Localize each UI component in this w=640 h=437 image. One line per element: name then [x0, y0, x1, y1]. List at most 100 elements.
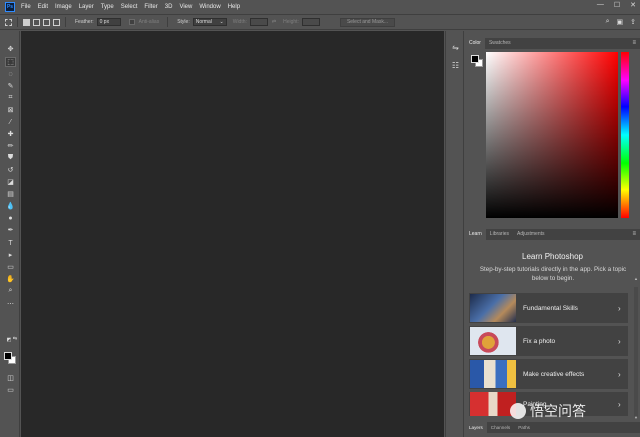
style-label: Style: — [177, 19, 190, 25]
minimize-button[interactable]: — — [597, 1, 604, 9]
maximize-button[interactable]: ☐ — [614, 1, 620, 9]
gradient-tool-icon[interactable]: ▤ — [5, 189, 16, 199]
eraser-tool-icon[interactable]: ◪ — [5, 177, 16, 187]
window-controls: — ☐ ✕ — [597, 1, 636, 9]
properties-panel-icon[interactable]: ☷ — [451, 61, 460, 70]
watermark-text: 悟空问答 — [530, 404, 586, 420]
intersect-selection-icon[interactable] — [53, 18, 60, 26]
color-picker-field[interactable] — [486, 52, 618, 218]
chevron-right-icon: › — [618, 303, 621, 313]
menu-select[interactable]: Select — [121, 4, 138, 10]
menu-file[interactable]: File — [21, 4, 31, 10]
history-panel-icon[interactable]: ⇋ — [451, 43, 460, 52]
menu-layer[interactable]: Layer — [79, 4, 94, 10]
document-canvas[interactable] — [21, 31, 444, 437]
menu-help[interactable]: Help — [228, 4, 240, 10]
select-and-mask-button[interactable]: Select and Mask... — [339, 17, 396, 27]
height-label: Height: — [283, 19, 299, 25]
tab-libraries[interactable]: Libraries — [486, 229, 513, 240]
learn-card-creative-effects[interactable]: Make creative effects › — [469, 359, 628, 389]
panel-menu-icon[interactable]: ≡ — [632, 231, 636, 237]
healing-tool-icon[interactable]: ✚ — [5, 129, 16, 139]
quick-select-tool-icon[interactable]: ✎ — [5, 81, 16, 91]
quick-mask-icon[interactable]: ◫ — [5, 373, 16, 383]
menu-window[interactable]: Window — [199, 4, 220, 10]
app-logo: Ps — [5, 1, 15, 12]
anti-alias-label: Anti-alias — [138, 19, 160, 25]
scroll-up-icon[interactable]: ▲ — [634, 276, 638, 281]
marquee-preset-icon[interactable] — [5, 18, 12, 26]
rectangle-tool-icon[interactable]: ▭ — [5, 262, 16, 272]
lasso-tool-icon[interactable]: ◌ — [5, 69, 16, 79]
eyedropper-tool-icon[interactable]: ⁄ — [5, 117, 16, 127]
share-icon[interactable]: ⇪ — [630, 18, 636, 26]
tab-learn[interactable]: Learn — [465, 229, 486, 240]
style-select[interactable]: Normal ⌄ — [192, 18, 227, 26]
add-selection-icon[interactable] — [33, 18, 40, 26]
tab-layers[interactable]: Layers — [465, 422, 487, 433]
tab-swatches[interactable]: Swatches — [485, 38, 515, 49]
history-brush-tool-icon[interactable]: ↺ — [5, 165, 16, 175]
chevron-right-icon: › — [618, 369, 621, 379]
path-select-tool-icon[interactable]: ▸ — [5, 250, 16, 260]
chevron-right-icon: › — [618, 399, 621, 409]
chevron-down-icon: ⌄ — [219, 19, 224, 25]
menu-edit[interactable]: Edit — [38, 4, 48, 10]
blur-tool-icon[interactable]: 💧 — [5, 201, 16, 211]
more-tools-icon[interactable]: ⋯ — [5, 299, 16, 309]
anti-alias-checkbox[interactable] — [128, 19, 135, 25]
menu-3d[interactable]: 3D — [165, 4, 173, 10]
tab-color[interactable]: Color — [465, 38, 485, 49]
thumbnail-image — [470, 327, 516, 355]
watermark: 悟空问答 — [510, 401, 586, 421]
tools-panel: ✥ ⬚ ◌ ✎ ⌗ ⊠ ⁄ ✚ ✏ ⛊ ↺ ◪ ▤ 💧 ● ✒ T ▸ ▭ ✋ … — [0, 31, 20, 437]
learn-subtitle: Step-by-step tutorials directly in the a… — [479, 266, 627, 282]
screen-mode-icon[interactable]: ▭ — [5, 385, 16, 395]
height-input[interactable] — [301, 18, 320, 26]
stamp-tool-icon[interactable]: ⛊ — [5, 153, 16, 163]
watermark-logo-icon — [510, 403, 526, 419]
card-label: Fix a photo — [523, 337, 556, 345]
type-tool-icon[interactable]: T — [5, 238, 16, 248]
marquee-tool-icon[interactable]: ⬚ — [5, 57, 16, 67]
style-value: Normal — [195, 19, 212, 25]
menu-filter[interactable]: Filter — [144, 4, 157, 10]
menu-type[interactable]: Type — [101, 4, 114, 10]
width-label: Width: — [232, 19, 247, 25]
foreground-color-swatch[interactable] — [4, 352, 12, 360]
dodge-tool-icon[interactable]: ● — [5, 213, 16, 223]
hue-slider[interactable] — [621, 52, 629, 218]
swap-colors-icon[interactable]: ⇆ — [12, 336, 18, 342]
color-panel: Color Swatches ≡ — [465, 38, 640, 225]
swap-icon[interactable]: ⇄ — [272, 19, 276, 25]
menu-view[interactable]: View — [179, 4, 192, 10]
search-icon[interactable]: ⌕ — [606, 18, 610, 26]
photoshop-window: Ps File Edit Image Layer Type Select Fil… — [0, 0, 640, 437]
learn-card-fundamental-skills[interactable]: Fundamental Skills › — [469, 293, 628, 323]
new-selection-icon[interactable] — [23, 18, 30, 26]
learn-card-fix-a-photo[interactable]: Fix a photo › — [469, 326, 628, 356]
scroll-down-icon[interactable]: ▼ — [634, 415, 638, 420]
close-button[interactable]: ✕ — [630, 1, 636, 9]
feather-input[interactable]: 0 px — [96, 18, 121, 26]
tab-channels[interactable]: Channels — [487, 422, 514, 433]
frame-tool-icon[interactable]: ⊠ — [5, 105, 16, 115]
color-foreground-swatch[interactable] — [471, 55, 479, 63]
pen-tool-icon[interactable]: ✒ — [5, 225, 16, 235]
crop-tool-icon[interactable]: ⌗ — [5, 93, 16, 103]
move-tool-icon[interactable]: ✥ — [5, 44, 16, 54]
menu-bar: Ps File Edit Image Layer Type Select Fil… — [0, 0, 640, 13]
subtract-selection-icon[interactable] — [43, 18, 50, 26]
tab-adjustments[interactable]: Adjustments — [513, 229, 549, 240]
hand-tool-icon[interactable]: ✋ — [5, 274, 16, 284]
brush-tool-icon[interactable]: ✏ — [5, 141, 16, 151]
thumbnail-image — [470, 360, 516, 388]
learn-scrollbar[interactable] — [634, 287, 638, 417]
workspace-icon[interactable]: ▣ — [617, 18, 624, 26]
tab-paths[interactable]: Paths — [514, 422, 534, 433]
width-input[interactable] — [249, 18, 268, 26]
panel-menu-icon[interactable]: ≡ — [632, 40, 636, 46]
zoom-tool-icon[interactable]: ⌕ — [5, 286, 16, 296]
menu-image[interactable]: Image — [55, 4, 72, 10]
divider — [65, 17, 66, 27]
